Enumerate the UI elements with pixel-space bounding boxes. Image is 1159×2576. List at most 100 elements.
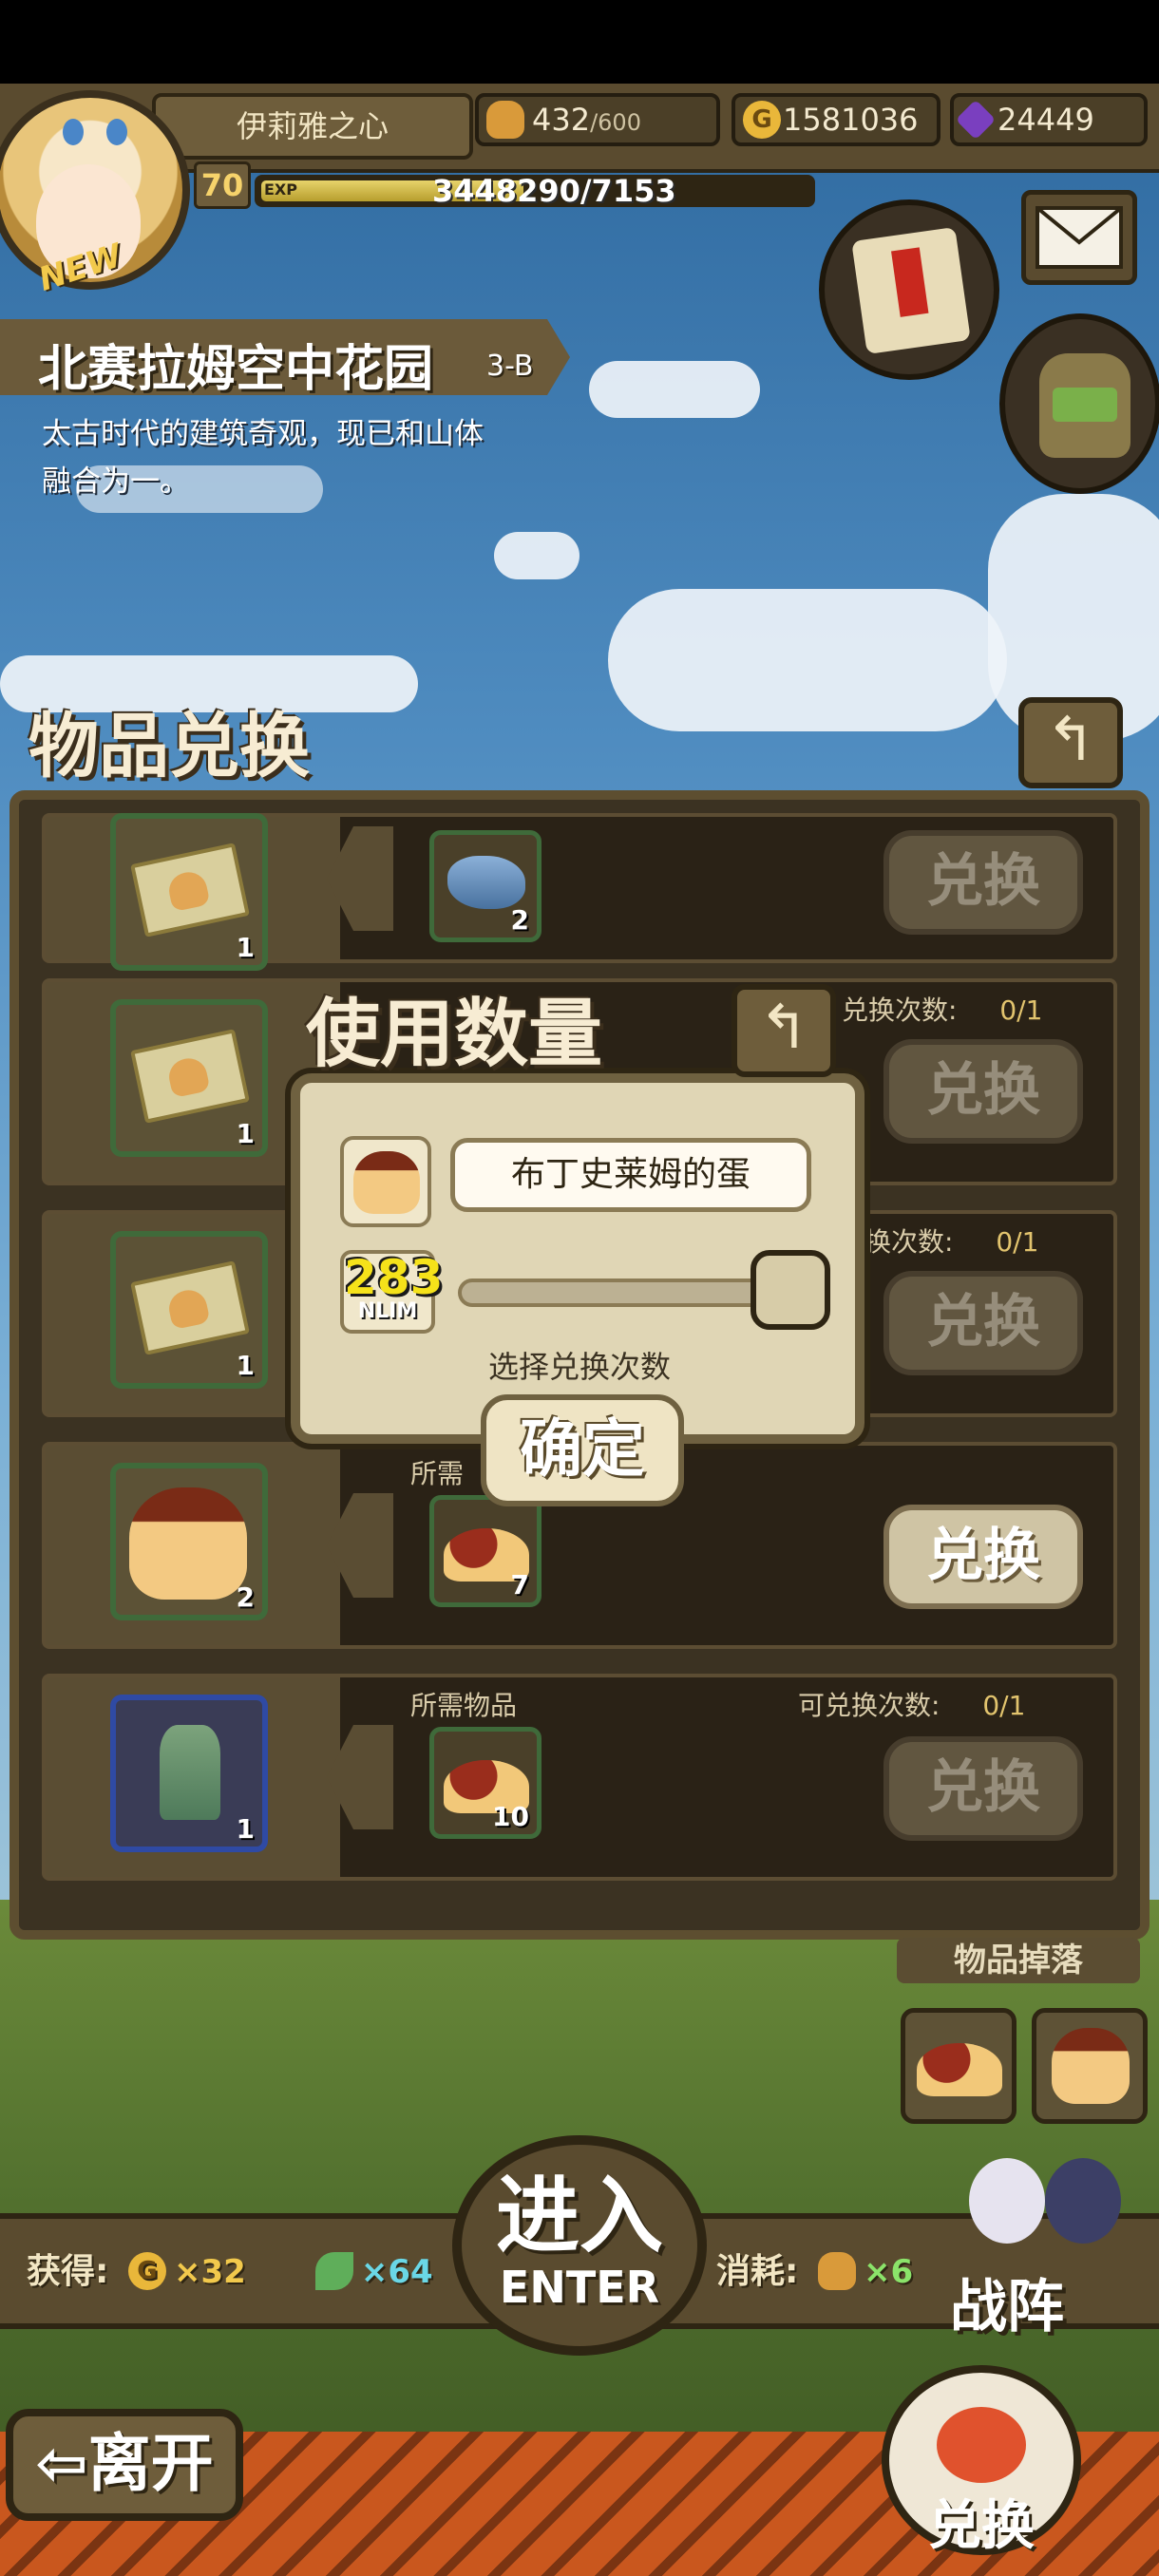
reward-count: 1: [236, 1118, 255, 1149]
cost-label: 消耗:: [716, 2252, 799, 2291]
bread-icon: [486, 101, 524, 139]
backpack-icon: [1039, 353, 1130, 458]
pudding-icon: [917, 2043, 1002, 2096]
gain-feather: ×64: [360, 2253, 433, 2291]
reward-item-slot[interactable]: 2: [110, 1463, 268, 1620]
row-header: 换次数: 0/1: [864, 1222, 1038, 1260]
stamina-max: /600: [590, 109, 641, 136]
character-icon: [969, 2158, 1045, 2244]
exp-text: 3448290/7153: [432, 173, 676, 209]
leave-button[interactable]: ⇦离开: [6, 2409, 243, 2521]
exchange-button[interactable]: 兑换: [884, 1271, 1083, 1375]
required-item-slot[interactable]: 2: [429, 830, 542, 942]
ticket-icon: [130, 1029, 250, 1124]
gold-coin-icon: G: [127, 2252, 166, 2290]
location-description: 太古时代的建筑奇观，现已和山体 融合为一。: [42, 410, 612, 505]
gain-info: 获得: G ×32 ×64: [27, 2244, 433, 2294]
quantity-slider-track[interactable]: [458, 1279, 781, 1307]
quantity-display: 283 NLIM: [340, 1250, 444, 1334]
feather-icon: [314, 2252, 353, 2290]
exchange-count: 0/1: [982, 1690, 1026, 1721]
row-header-count: 可兑换次数: 0/1: [798, 1685, 1025, 1723]
enter-button[interactable]: 进入 ENTER: [452, 2135, 707, 2356]
location-title: 北赛拉姆空中花园: [38, 341, 434, 398]
scroll-icon: [851, 226, 971, 355]
gold-value: 1581036: [783, 102, 919, 138]
cost-bread: ×6: [863, 2253, 914, 2291]
bag-button[interactable]: [999, 313, 1159, 494]
location-description-line: 融合为一。: [42, 464, 189, 499]
envelope-icon: [1036, 206, 1123, 269]
dialog-back-button[interactable]: ↰: [732, 984, 836, 1077]
reward-item-slot[interactable]: 1: [110, 1231, 268, 1389]
required-count: 10: [492, 1801, 529, 1832]
gain-gold: ×32: [173, 2253, 246, 2291]
ticket-icon: [130, 1260, 250, 1355]
mail-button[interactable]: [1021, 190, 1137, 285]
exchange-count: 0/1: [996, 1226, 1039, 1258]
enter-label-en: ENTER: [499, 2262, 660, 2313]
dialog-item-name: 布丁史莱姆的蛋: [450, 1138, 811, 1212]
exchange-button[interactable]: 兑换: [884, 1505, 1083, 1609]
exchange-row: 所需物品 可兑换次数: 0/1 1 10 兑换: [42, 1674, 1117, 1881]
required-count: 2: [510, 904, 529, 936]
gold-counter[interactable]: G 1581036: [732, 93, 940, 146]
drop-item-slot[interactable]: [1032, 2008, 1148, 2124]
exchange-row: 1 2 兑换: [42, 813, 1117, 971]
gem-counter[interactable]: 24449: [950, 93, 1148, 146]
statue-icon: [160, 1725, 220, 1820]
stamina-counter[interactable]: 432/600: [475, 93, 720, 146]
row-header: 所需: [410, 1453, 464, 1491]
quest-scroll-button[interactable]: [819, 199, 999, 380]
required-label: 所需物品: [410, 1690, 518, 1721]
backpack-flap: [1053, 388, 1117, 422]
confirm-button[interactable]: 确定: [481, 1394, 684, 1506]
bread-icon: [817, 2252, 856, 2290]
avatar-eye: [106, 119, 127, 145]
rock-icon: [447, 856, 525, 909]
gold-coin-icon: G: [743, 101, 781, 139]
quantity-value: 283: [344, 1250, 444, 1305]
exchange-shop-label: 兑换: [928, 2495, 1035, 2557]
ticket-icon: [130, 843, 250, 938]
exchange-count: 0/1: [999, 994, 1043, 1026]
exchange-arrows-icon: [937, 2407, 1026, 2483]
reward-item-slot[interactable]: 1: [110, 1695, 268, 1852]
reward-item-slot[interactable]: 1: [110, 999, 268, 1157]
reward-count: 1: [236, 1350, 255, 1381]
gem-icon: [955, 99, 997, 141]
cloud: [589, 361, 760, 418]
player-name: 伊莉雅之心: [152, 93, 473, 160]
formation-button[interactable]: 战阵: [950, 2261, 1064, 2343]
exchange-button[interactable]: 兑换: [884, 830, 1083, 935]
quantity-slider-thumb[interactable]: [750, 1250, 830, 1330]
reward-count: 1: [236, 932, 255, 963]
formation-characters: [950, 2149, 1140, 2253]
row-header: 兑换次数: 0/1: [842, 990, 1042, 1028]
pudding-slime-icon: [129, 1487, 247, 1600]
enter-label: 进入: [495, 2167, 663, 2264]
required-item-slot[interactable]: 10: [429, 1727, 542, 1839]
location-description-line: 太古时代的建筑奇观，现已和山体: [42, 417, 484, 451]
exclamation-mark: [891, 247, 929, 317]
character-icon: [1045, 2158, 1121, 2244]
reward-item-slot[interactable]: 1: [110, 813, 268, 971]
panel-back-button[interactable]: ↰: [1018, 697, 1123, 788]
exchange-button[interactable]: 兑换: [884, 1039, 1083, 1144]
exchange-button[interactable]: 兑换: [884, 1736, 1083, 1841]
exchange-count-label: 可兑换次数:: [798, 1690, 940, 1721]
required-item-slot[interactable]: 7: [429, 1495, 542, 1607]
dialog-title: 使用数量: [306, 992, 603, 1077]
panel-title: 物品兑换: [28, 706, 310, 787]
cloud: [494, 532, 580, 579]
reward-count: 1: [236, 1813, 255, 1845]
row-header: 所需物品: [410, 1685, 517, 1723]
required-count: 7: [510, 1569, 529, 1601]
cloud: [608, 589, 1007, 731]
cost-info: 消耗: ×6: [716, 2244, 913, 2294]
drop-item-slot[interactable]: [901, 2008, 1016, 2124]
gem-value: 24449: [998, 102, 1094, 138]
pudding-slime-icon: [353, 1151, 420, 1214]
exchange-count-label: 换次数:: [864, 1226, 954, 1258]
dialog-item-icon: [340, 1136, 431, 1227]
